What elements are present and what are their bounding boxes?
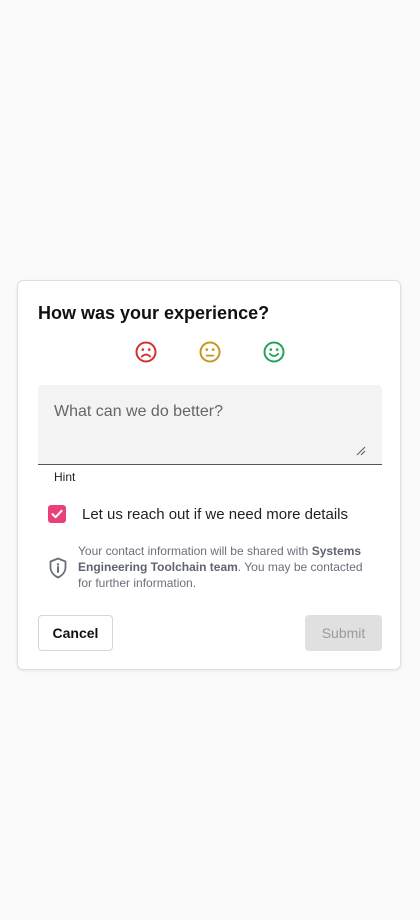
resize-grip-icon[interactable] <box>356 446 366 456</box>
checkmark-icon <box>51 509 63 519</box>
feedback-field <box>38 385 382 465</box>
dialog-title: How was your experience? <box>38 303 270 323</box>
rating-group <box>135 341 285 363</box>
contact-checkbox-row[interactable]: Let us reach out if we need more details <box>48 505 348 523</box>
submit-button[interactable]: Submit <box>305 615 382 651</box>
feedback-hint: Hint <box>54 470 76 484</box>
feedback-textarea[interactable] <box>38 385 382 464</box>
neutral-face-icon[interactable] <box>199 341 221 363</box>
feedback-dialog: How was your experience? Hint <box>17 280 401 670</box>
cancel-button[interactable]: Cancel <box>38 615 113 651</box>
shield-info-icon <box>49 557 67 579</box>
frown-face-icon[interactable] <box>135 341 157 363</box>
contact-checkbox[interactable] <box>48 505 66 523</box>
privacy-info-text: Your contact information will be shared … <box>78 543 368 591</box>
smile-face-icon[interactable] <box>263 341 285 363</box>
contact-checkbox-label: Let us reach out if we need more details <box>82 505 348 523</box>
privacy-text-before: Your contact information will be shared … <box>78 544 312 558</box>
privacy-info: Your contact information will be shared … <box>48 543 368 591</box>
